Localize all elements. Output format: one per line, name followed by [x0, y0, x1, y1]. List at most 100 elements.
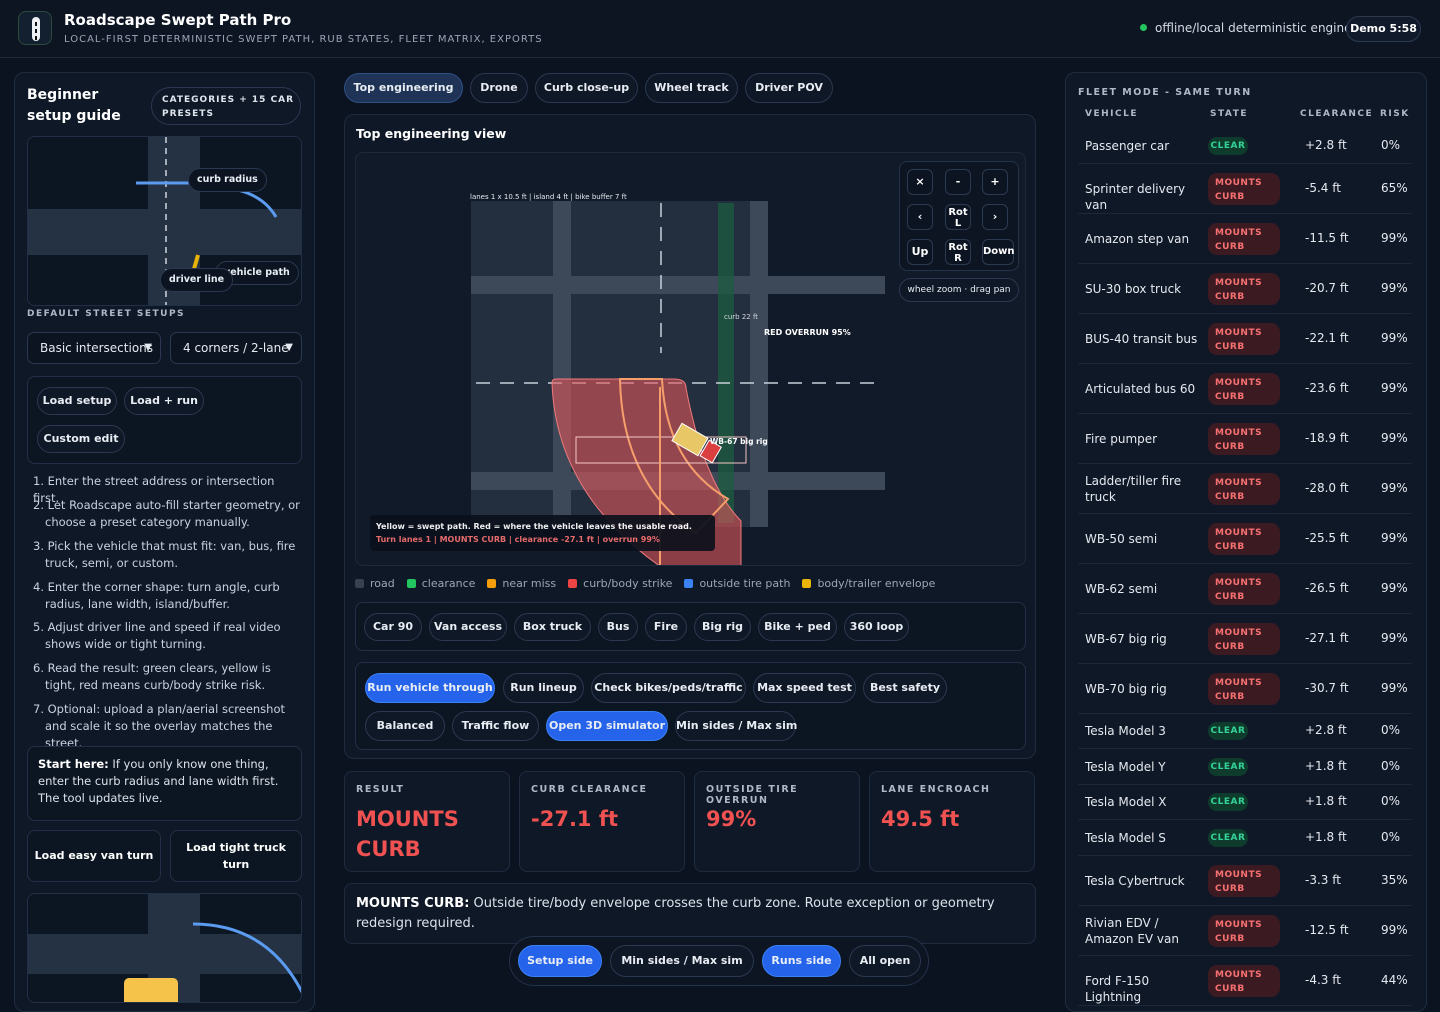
- fleet-row[interactable]: Passenger car CLEAR +2.8 ft 0%: [1078, 128, 1412, 164]
- fleet-row[interactable]: Tesla Model S CLEAR +1.8 ft 0%: [1078, 820, 1412, 856]
- min-sides-max-sim-button[interactable]: Min sides / Max sim: [675, 711, 797, 741]
- preset-360-loop[interactable]: 360 loop: [844, 613, 909, 641]
- pan-right-button[interactable]: ›: [982, 204, 1008, 230]
- rotate-left-button[interactable]: Rot L: [945, 204, 971, 230]
- fleet-state-badge: MOUNTS CURB: [1208, 914, 1280, 947]
- map-canvas[interactable]: lanes 1 x 10.5 ft | island 4 ft | bike b…: [355, 152, 1026, 566]
- max-speed-test-button[interactable]: Max speed test: [753, 673, 856, 703]
- fleet-state-badge: MOUNTS CURB: [1208, 622, 1280, 655]
- legend-swatch: [487, 579, 497, 588]
- pan-left-button[interactable]: ‹: [907, 204, 933, 230]
- fleet-clearance: -20.7 ft: [1305, 280, 1349, 295]
- fleet-vehicle-name: WB-67 big rig: [1085, 631, 1167, 646]
- zoom-out-button[interactable]: -: [945, 169, 971, 195]
- overrun-stat: OUTSIDE TIRE OVERRUN 99%: [694, 771, 860, 872]
- tab-curb-close-up[interactable]: Curb close-up: [535, 73, 638, 103]
- rotate-right-button[interactable]: Rot R: [945, 239, 971, 265]
- custom-edit-button[interactable]: Custom edit: [37, 425, 125, 453]
- fleet-row[interactable]: WB-67 big rig MOUNTS CURB -27.1 ft 99%: [1078, 614, 1412, 664]
- fleet-row[interactable]: Sprinter delivery van MOUNTS CURB -5.4 ft 6…: [1078, 164, 1412, 214]
- all-open-button[interactable]: All open: [849, 945, 921, 977]
- fleet-clearance: -27.1 ft: [1305, 630, 1349, 645]
- fleet-row[interactable]: Tesla Cybertruck MOUNTS CURB -3.3 ft 35%: [1078, 856, 1412, 906]
- run-lineup-button[interactable]: Run lineup: [503, 673, 584, 703]
- pan-up-button[interactable]: Up: [907, 239, 933, 265]
- app-subtitle: LOCAL-FIRST DETERMINISTIC SWEPT PATH, RU…: [64, 34, 543, 45]
- load-setup-button[interactable]: Load setup: [37, 387, 117, 415]
- demo-button[interactable]: Demo 5:58: [1346, 16, 1421, 42]
- preset-van-access[interactable]: Van access: [429, 613, 507, 641]
- setup-actions-box: Load setup Load + run Custom edit: [27, 376, 302, 464]
- fleet-row[interactable]: Rivian EDV / Amazon EV van MOUNTS CURB -12…: [1078, 906, 1412, 956]
- traffic-flow-button[interactable]: Traffic flow: [452, 711, 539, 741]
- fleet-state-badge: CLEAR: [1208, 793, 1248, 812]
- fleet-row[interactable]: WB-50 semi MOUNTS CURB -25.5 ft 99%: [1078, 514, 1412, 564]
- balanced-button[interactable]: Balanced: [365, 711, 445, 741]
- col-state: STATE: [1210, 109, 1248, 119]
- tab-driver-pov[interactable]: Driver POV: [745, 73, 833, 103]
- close-icon[interactable]: ×: [907, 169, 933, 195]
- app-header: Roadscape Swept Path Pro LOCAL-FIRST DET…: [0, 0, 1440, 58]
- fleet-row[interactable]: Amazon step van MOUNTS CURB -11.5 ft 99%: [1078, 214, 1412, 264]
- tab-drone[interactable]: Drone: [470, 73, 528, 103]
- zoom-in-button[interactable]: +: [982, 169, 1008, 195]
- fleet-row[interactable]: Tesla Model 3 CLEAR +2.8 ft 0%: [1078, 714, 1412, 749]
- fleet-state-badge: MOUNTS CURB: [1208, 322, 1280, 355]
- stat-value: 49.5 ft: [881, 807, 960, 831]
- min-sides-button[interactable]: Min sides / Max sim: [610, 945, 754, 977]
- legend-item: clearance: [406, 577, 475, 590]
- step-item: 4. Enter the corner shape: turn angle, c…: [33, 580, 280, 611]
- fleet-clearance: -28.0 ft: [1305, 480, 1349, 495]
- vehicle-label: WB-67 big rig: [710, 437, 768, 446]
- setup-side-button[interactable]: Setup side: [518, 945, 602, 977]
- category-select[interactable]: Basic intersections ▼: [27, 332, 161, 364]
- default-setups-label: DEFAULT STREET SETUPS: [27, 309, 186, 319]
- fleet-row[interactable]: BUS-40 transit bus MOUNTS CURB -22.1 ft 99%: [1078, 314, 1412, 364]
- fleet-state-badge: CLEAR: [1208, 757, 1248, 776]
- preset-car-90[interactable]: Car 90: [364, 613, 422, 641]
- load-easy-van-button[interactable]: Load easy van turn: [27, 830, 161, 882]
- runs-side-button[interactable]: Runs side: [762, 945, 841, 977]
- fleet-row[interactable]: Ford F-150 Lightning MOUNTS CURB -4.3 ft 44…: [1078, 956, 1412, 1006]
- best-safety-button[interactable]: Best safety: [863, 673, 947, 703]
- fleet-row[interactable]: Tesla Model X CLEAR +1.8 ft 0%: [1078, 785, 1412, 820]
- tab-wheel-track[interactable]: Wheel track: [645, 73, 738, 103]
- fleet-risk: 99%: [1381, 330, 1408, 345]
- load-run-button[interactable]: Load + run: [124, 387, 204, 415]
- pan-down-button[interactable]: Down: [982, 239, 1015, 265]
- preset-fire[interactable]: Fire: [645, 613, 687, 641]
- fleet-risk: 65%: [1381, 180, 1408, 195]
- load-tight-truck-button[interactable]: Load tight truck turn: [170, 830, 302, 882]
- fleet-state-badge: CLEAR: [1208, 136, 1248, 155]
- layout-select[interactable]: 4 corners / 2-lane ▼: [170, 332, 302, 364]
- legend-swatch: [568, 579, 578, 588]
- preset-bus[interactable]: Bus: [598, 613, 638, 641]
- vehicle-presets-bar: Car 90 Van access Box truck Bus Fire Big…: [355, 602, 1026, 651]
- fleet-row[interactable]: SU-30 box truck MOUNTS CURB -20.7 ft 99%: [1078, 264, 1412, 314]
- presets-badge[interactable]: CATEGORIES + 15 CAR PRESETS: [151, 87, 301, 125]
- open-3d-simulator-button[interactable]: Open 3D simulator: [546, 711, 668, 741]
- fleet-row[interactable]: Ladder/tiller fire truck MOUNTS CURB -28.0…: [1078, 464, 1412, 514]
- fleet-clearance: -22.1 ft: [1305, 330, 1349, 345]
- fleet-clearance: -5.4 ft: [1305, 180, 1341, 195]
- fleet-clearance: -23.6 ft: [1305, 380, 1349, 395]
- preset-box-truck[interactable]: Box truck: [514, 613, 591, 641]
- preset-big-rig[interactable]: Big rig: [694, 613, 751, 641]
- tab-top-engineering[interactable]: Top engineering: [344, 73, 463, 103]
- run-vehicle-through-button[interactable]: Run vehicle through: [365, 673, 495, 703]
- fleet-row[interactable]: Articulated bus 60 MOUNTS CURB -23.6 ft 99%: [1078, 364, 1412, 414]
- fleet-row[interactable]: Fire pumper MOUNTS CURB -18.9 ft 99%: [1078, 414, 1412, 464]
- check-bikes-button[interactable]: Check bikes/peds/traffic: [591, 673, 746, 703]
- fleet-vehicle-name: Fire pumper: [1085, 431, 1158, 446]
- stat-value: -27.1 ft: [531, 807, 619, 831]
- fleet-row[interactable]: WB-62 semi MOUNTS CURB -26.5 ft 99%: [1078, 564, 1412, 614]
- preset-bike-ped[interactable]: Bike + ped: [758, 613, 837, 641]
- fleet-clearance: -12.5 ft: [1305, 922, 1349, 937]
- fleet-vehicle-name: BUS-40 transit bus: [1085, 331, 1198, 346]
- fleet-row[interactable]: WB-70 big rig MOUNTS CURB -30.7 ft 99%: [1078, 664, 1412, 714]
- fleet-clearance: -26.5 ft: [1305, 580, 1349, 595]
- legend-label: body/trailer envelope: [817, 577, 936, 590]
- fleet-row[interactable]: Tesla Model Y CLEAR +1.8 ft 0%: [1078, 749, 1412, 785]
- fleet-clearance: +2.8 ft: [1305, 137, 1347, 152]
- fleet-state-badge: MOUNTS CURB: [1208, 472, 1280, 505]
